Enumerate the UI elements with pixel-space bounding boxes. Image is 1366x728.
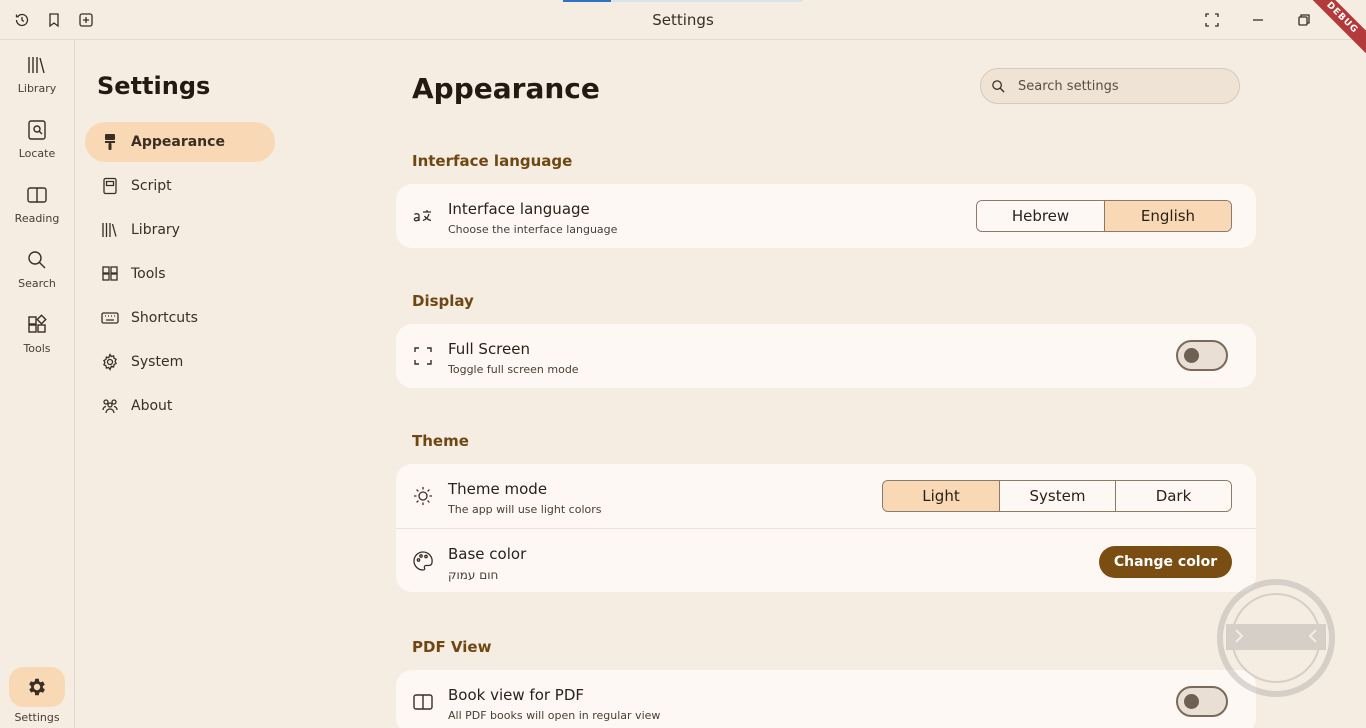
- library-icon: [102, 223, 117, 237]
- theme-mode-row: Theme mode The app will use light colors…: [396, 464, 1256, 528]
- full-screen-toggle[interactable]: [1176, 340, 1228, 371]
- rail-item-reading[interactable]: Reading: [0, 184, 74, 225]
- display-card: Full Screen Toggle full screen mode: [396, 324, 1256, 388]
- theme-option-light[interactable]: Light: [883, 481, 999, 511]
- gear-icon: [29, 678, 45, 696]
- book-view-pdf-row: Book view for PDF All PDF books will ope…: [396, 670, 1256, 728]
- row-title: Full Screen: [448, 340, 530, 358]
- nav-item-label: About: [131, 398, 173, 414]
- rail-item-label: Library: [17, 82, 57, 95]
- netfree-watermark: [1217, 579, 1335, 697]
- theme-mode-segmented-control: Light System Dark: [882, 480, 1232, 512]
- fullscreen-icon[interactable]: [1200, 8, 1224, 32]
- rail-item-label: Tools: [23, 342, 51, 355]
- nav-item-library[interactable]: Library: [85, 210, 275, 250]
- nav-item-label: Tools: [131, 266, 166, 282]
- section-title-display: Display: [412, 292, 474, 310]
- nav-item-label: Script: [131, 178, 172, 194]
- toggle-knob: [1184, 694, 1199, 709]
- nav-item-label: Shortcuts: [131, 310, 198, 326]
- rail-item-tools[interactable]: Tools: [0, 314, 74, 355]
- translate-icon: [412, 205, 434, 227]
- fullscreen-icon: [412, 345, 434, 367]
- script-icon: [103, 177, 117, 195]
- search-icon: [28, 251, 46, 269]
- gear-icon: [103, 353, 117, 371]
- row-subtitle: חום עמוק: [448, 568, 499, 582]
- locate-icon: [28, 120, 46, 140]
- nav-item-system[interactable]: System: [85, 342, 275, 382]
- full-screen-row: Full Screen Toggle full screen mode: [396, 324, 1256, 388]
- row-subtitle: All PDF books will open in regular view: [448, 709, 661, 722]
- book-open-icon: [27, 187, 47, 203]
- window-title: Settings: [652, 11, 714, 29]
- nav-item-label: Library: [131, 222, 180, 238]
- section-title-theme: Theme: [412, 432, 469, 450]
- theme-card: Theme mode The app will use light colors…: [396, 464, 1256, 592]
- row-subtitle: The app will use light colors: [448, 503, 602, 516]
- nav-item-script[interactable]: Script: [85, 166, 275, 206]
- search-box[interactable]: [980, 68, 1240, 104]
- title-bar: Settings DEBUG: [0, 0, 1366, 58]
- rail-item-settings[interactable]: [9, 667, 65, 707]
- nav-item-appearance[interactable]: Appearance: [85, 122, 275, 162]
- keyboard-icon: [101, 312, 119, 324]
- row-title: Theme mode: [448, 480, 548, 498]
- sun-icon: [412, 485, 434, 507]
- book-open-icon: [412, 691, 434, 713]
- change-color-button[interactable]: Change color: [1099, 546, 1232, 578]
- row-title: Base color: [448, 545, 527, 563]
- theme-option-dark[interactable]: Dark: [1115, 481, 1231, 511]
- row-title: Interface language: [448, 200, 590, 218]
- tab-indicator: [563, 0, 611, 2]
- minimize-icon[interactable]: [1246, 8, 1270, 32]
- rail-item-search[interactable]: Search: [0, 249, 74, 290]
- toggle-knob: [1184, 348, 1199, 363]
- interface-language-card: Interface language Choose the interface …: [396, 184, 1256, 248]
- tab-indicator-track: [611, 0, 803, 2]
- library-icon: [28, 57, 45, 74]
- settings-title: Settings: [97, 72, 211, 100]
- theme-option-system[interactable]: System: [999, 481, 1115, 511]
- page-title: Appearance: [412, 72, 600, 105]
- tools-icon: [102, 266, 118, 281]
- settings-navigation: Settings Appearance Script Library Tools…: [75, 40, 375, 728]
- nav-item-shortcuts[interactable]: Shortcuts: [85, 298, 275, 338]
- search-input[interactable]: [1018, 78, 1218, 94]
- rail-item-label: Search: [18, 277, 56, 290]
- pdf-view-card: Book view for PDF All PDF books will ope…: [396, 670, 1256, 728]
- navigation-rail: Library Locate Reading Search Tools Sett…: [0, 40, 75, 728]
- row-subtitle: Choose the interface language: [448, 223, 618, 236]
- rail-item-library[interactable]: Library: [0, 54, 74, 95]
- section-title-interface-language: Interface language: [412, 152, 573, 170]
- section-title-pdf-view: PDF View: [412, 638, 492, 656]
- rail-item-label: Locate: [18, 147, 56, 160]
- tools-icon: [28, 314, 47, 333]
- language-option-english[interactable]: English: [1104, 201, 1231, 231]
- language-segmented-control: Hebrew English: [976, 200, 1232, 232]
- language-option-hebrew[interactable]: Hebrew: [977, 201, 1104, 231]
- search-icon: [992, 79, 1005, 93]
- rail-item-locate[interactable]: Locate: [0, 119, 74, 160]
- nav-item-label: Appearance: [131, 134, 225, 150]
- paint-brush-icon: [105, 134, 115, 150]
- base-color-row: Base color חום עמוק Change color: [396, 528, 1256, 592]
- row-subtitle: Toggle full screen mode: [448, 363, 579, 376]
- rail-item-label: Reading: [14, 212, 60, 225]
- rail-settings-label: Settings: [14, 711, 60, 724]
- nav-item-about[interactable]: About: [85, 386, 275, 426]
- nav-item-label: System: [131, 354, 184, 370]
- interface-language-row: Interface language Choose the interface …: [396, 184, 1256, 248]
- row-title: Book view for PDF: [448, 686, 585, 704]
- people-icon: [102, 399, 118, 414]
- restore-icon[interactable]: [1292, 8, 1316, 32]
- palette-icon: [412, 550, 434, 572]
- nav-item-tools[interactable]: Tools: [85, 254, 275, 294]
